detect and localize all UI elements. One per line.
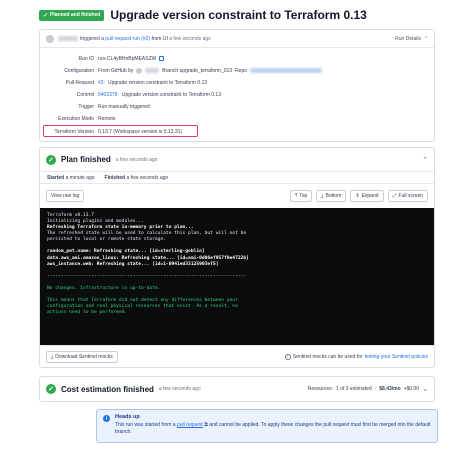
arrow-down-icon: ⤓ [321, 193, 324, 199]
view-raw-log-label: View raw log [51, 193, 80, 199]
sentinel-mocks-text: Sentinel mocks can be used for [292, 353, 363, 360]
configuration-repo-label: Repo [235, 67, 248, 74]
heads-up-body: This run was started from a pull request… [115, 422, 431, 436]
arrow-up-icon: ⤒ [295, 193, 298, 199]
run-id-label: Run ID [78, 55, 94, 62]
page-title: Upgrade version constraint to Terraform … [110, 8, 367, 22]
top-label: Top [299, 193, 308, 199]
commit-row: Commit 5402379: Upgrade version constrai… [40, 89, 436, 100]
plan-timing: Started a minute ago Finished a few seco… [40, 172, 434, 184]
heads-up-text: This run was started from a [115, 422, 176, 428]
expand-icon: ⇕ [355, 193, 360, 199]
pull-request-run-link[interactable]: pull request run (#2) [105, 36, 150, 42]
run-summary: triggered a pull request run (#2) from U… [40, 30, 434, 48]
expand-button[interactable]: ⇕ Expand [350, 190, 384, 202]
view-raw-log-button[interactable]: View raw log [46, 190, 85, 202]
download-sentinel-mocks-label: Download Sentinel mocks [55, 353, 113, 360]
resources-value: 1 of 3 estimated [336, 386, 372, 392]
run-time-ago: a few seconds ago [169, 35, 211, 42]
status-badge-label: Planned and finished [50, 12, 101, 18]
top-button[interactable]: ⤒ Top [290, 190, 313, 202]
configuration-row: Configuration From GitHub by Branch upgr… [40, 65, 436, 76]
cost-delta: +$0.00 [403, 386, 420, 392]
monthly-cost: $8.43/mo [379, 386, 401, 392]
user-name-redacted [145, 68, 160, 73]
download-sentinel-mocks-button[interactable]: ⤓ Download Sentinel mocks [46, 350, 118, 363]
status-badge: ✓ Planned and finished [39, 9, 105, 21]
separator: · [374, 386, 377, 392]
log-toolbar: View raw log ⤒ Top ⤓ Bottom ⇕ Expand ⤢ F… [40, 184, 434, 208]
run-details-toggle[interactable]: Run Details ⌃ [395, 36, 428, 42]
pull-request-link[interactable]: pull request [177, 422, 203, 428]
plan-log-terminal[interactable]: Terraform v0.13.7 Initializing plugins a… [40, 208, 434, 345]
cost-estimation-card[interactable]: ✓ Cost estimation finished a few seconds… [39, 376, 435, 402]
run-id-row: Run ID run-CL4yBHnBpMEASZW [40, 53, 436, 64]
cost-estimation-title: Cost estimation finished [61, 384, 154, 394]
cost-summary: Resources: 1 of 3 estimated · $8.43/mo +… [308, 385, 428, 393]
download-icon: ⤓ [51, 353, 54, 360]
commit-label: Commit [76, 91, 94, 98]
full-screen-icon: ⤢ [392, 193, 397, 199]
heads-up-title: Heads up [115, 414, 140, 420]
bottom-button[interactable]: ⤓ Bottom [316, 190, 347, 202]
execution-mode-row: Execution Mode Remote [40, 113, 436, 124]
pull-request-link[interactable]: #2: [98, 80, 105, 86]
heads-up-notice: i Heads up This run was started from a p… [96, 409, 438, 443]
plan-title: Plan finished [61, 155, 111, 164]
terraform-version-highlight [43, 125, 198, 137]
run-details-label: Run Details [395, 35, 422, 42]
finished-value: a few seconds ago [126, 174, 169, 181]
commit-message: Upgrade version constraint to Terraform … [121, 91, 221, 98]
avatar [136, 67, 143, 74]
trigger-value: Run manually triggered [98, 103, 150, 110]
chevron-down-icon[interactable]: ⌄ [422, 385, 428, 393]
cost-time-ago: a few seconds ago [158, 386, 201, 392]
triggered-text: triggered a [80, 35, 104, 42]
from-text: from UI [151, 35, 168, 42]
sentinel-policies-link[interactable]: testing your Sentinel policies [365, 354, 428, 360]
plan-footer: ⤓ Download Sentinel mocks i Sentinel moc… [40, 345, 434, 367]
log-line: actions need to be performed. [47, 310, 128, 316]
configuration-from: From GitHub by [98, 67, 134, 74]
execution-mode-value: Remote [98, 115, 116, 122]
execution-mode-label: Execution Mode [58, 115, 94, 122]
pull-request-title: Upgrade version constraint to Terraform … [107, 79, 208, 86]
plan-header[interactable]: ✓ Plan finished a few seconds ago ⌃ [40, 148, 434, 172]
copy-icon[interactable] [159, 56, 165, 61]
external-link-icon: ⧉ [204, 422, 208, 428]
trigger-label: Trigger [78, 103, 94, 110]
avatar [46, 34, 54, 43]
started-value: a minute ago [65, 174, 95, 181]
resources-label: Resources: [307, 386, 334, 392]
plan-time-ago: a few seconds ago [115, 156, 158, 163]
info-icon: i [284, 353, 291, 360]
plan-card: ✓ Plan finished a few seconds ago ⌃ Star… [39, 147, 435, 368]
trigger-row: Trigger Run manually triggered [40, 101, 436, 112]
started-label: Started [47, 174, 65, 181]
check-circle-icon: ✓ [46, 384, 56, 394]
info-icon: i [103, 415, 110, 422]
user-name-redacted [58, 36, 78, 41]
run-header: ✓ Planned and finished Upgrade version c… [39, 8, 439, 22]
check-icon: ✓ [43, 12, 49, 19]
run-id-value: run-CL4yBHnBpMEASZW [98, 55, 157, 62]
bottom-label: Bottom [325, 193, 342, 199]
sentinel-mocks-note: i Sentinel mocks can be used for testing… [284, 353, 428, 360]
repo-link-redacted[interactable] [250, 68, 323, 73]
chevron-up-icon[interactable]: ⌃ [422, 156, 428, 164]
finished-label: Finished [104, 174, 126, 181]
configuration-branch: Branch upgrade_terraform_013 [162, 67, 233, 74]
expand-label: Expand [361, 193, 379, 199]
chevron-up-icon: ⌃ [422, 35, 428, 42]
full-screen-button[interactable]: ⤢ Full screen [387, 190, 428, 202]
full-screen-label: Full screen [398, 193, 423, 199]
configuration-label: Configuration [64, 67, 94, 74]
commit-link[interactable]: 5402379: [98, 92, 119, 98]
pull-request-label: Pull Request [65, 79, 94, 86]
check-circle-icon: ✓ [46, 154, 56, 165]
pull-request-row: Pull Request #2: Upgrade version constra… [40, 77, 436, 88]
